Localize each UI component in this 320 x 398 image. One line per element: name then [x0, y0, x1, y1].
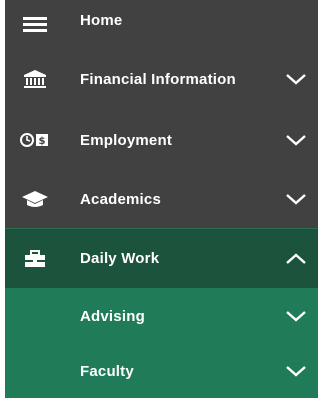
- navigation-menu: Home Financial Information $ Employment …: [0, 0, 318, 398]
- chevron-up-icon[interactable]: [274, 252, 318, 266]
- timesheet-icon: $: [5, 131, 65, 149]
- chevron-down-icon[interactable]: [274, 309, 318, 323]
- briefcase-icon: [5, 249, 65, 269]
- nav-label-faculty: Faculty: [80, 362, 134, 380]
- chevron-down-icon[interactable]: [274, 72, 318, 86]
- nav-item-academics[interactable]: Academics: [5, 170, 318, 228]
- menu-icon[interactable]: [5, 13, 65, 35]
- bank-icon: [5, 69, 65, 89]
- nav-item-employment[interactable]: $ Employment: [5, 110, 318, 170]
- chevron-down-icon[interactable]: [274, 192, 318, 206]
- svg-text:$: $: [39, 136, 46, 147]
- nav-label-home: Home: [80, 11, 123, 29]
- graduation-cap-icon: [5, 189, 65, 209]
- nav-label-advising: Advising: [80, 307, 145, 325]
- nav-label-employment: Employment: [80, 131, 173, 149]
- nav-label-financial-information: Financial Information: [80, 70, 236, 88]
- submenu-item-advising[interactable]: Advising: [5, 288, 318, 344]
- nav-label-academics: Academics: [80, 190, 162, 208]
- chevron-down-icon[interactable]: [274, 364, 318, 378]
- nav-item-financial-information[interactable]: Financial Information: [5, 48, 318, 110]
- nav-item-daily-work[interactable]: Daily Work: [5, 228, 318, 288]
- nav-item-home[interactable]: Home: [5, 0, 318, 48]
- nav-label-daily-work: Daily Work: [80, 250, 160, 267]
- submenu-item-faculty[interactable]: Faculty: [5, 344, 318, 398]
- chevron-down-icon[interactable]: [274, 133, 318, 147]
